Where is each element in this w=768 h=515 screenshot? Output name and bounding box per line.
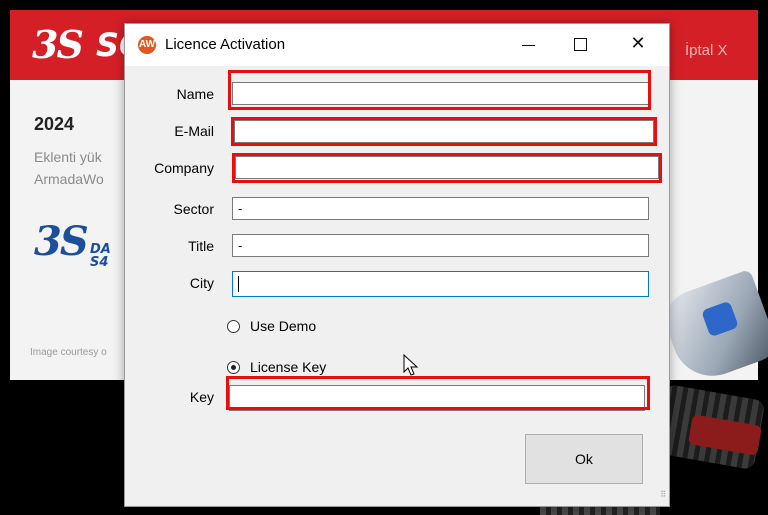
use-demo-option[interactable]: Use Demo: [227, 316, 316, 336]
email-label: E-Mail: [174, 123, 214, 139]
mouse-cursor-icon: [403, 354, 419, 376]
city-field[interactable]: [232, 271, 649, 297]
maximize-icon: [574, 38, 587, 51]
dassault-logo-icon: 3S: [34, 218, 89, 265]
minimize-button[interactable]: [505, 24, 551, 66]
title-bar[interactable]: AW Licence Activation ✕: [125, 24, 669, 66]
sector-label: Sector: [173, 201, 214, 217]
email-field[interactable]: [234, 120, 654, 143]
company-label: Company: [154, 160, 214, 176]
name-field[interactable]: [232, 82, 649, 105]
license-key-radio[interactable]: [227, 360, 240, 374]
splash-year: 2024: [34, 114, 75, 134]
close-button[interactable]: ✕: [615, 24, 661, 66]
minimize-icon: [522, 45, 535, 46]
sector-field[interactable]: -: [232, 197, 649, 220]
ok-button[interactable]: Ok: [525, 434, 643, 484]
use-demo-radio[interactable]: [227, 319, 240, 333]
company-field[interactable]: [235, 156, 659, 179]
close-icon: ✕: [630, 33, 646, 54]
text-caret: [238, 275, 239, 292]
key-label: Key: [189, 389, 214, 405]
resize-grip-icon[interactable]: ⠿: [656, 491, 666, 503]
city-label: City: [189, 275, 214, 291]
licence-activation-dialog: AW Licence Activation ✕ Name E-Mail Comp…: [124, 23, 670, 507]
image-credit: Image courtesy o: [30, 347, 107, 358]
app-icon: AW: [138, 36, 156, 54]
use-demo-label: Use Demo: [250, 318, 317, 334]
title-label: Title: [188, 238, 214, 254]
splash-product-line: ArmadaWo: [34, 171, 104, 187]
license-key-option[interactable]: License Key: [227, 357, 326, 377]
dassault-logo-text: DA S4: [90, 242, 111, 270]
title-field[interactable]: -: [232, 234, 649, 257]
name-label: Name: [176, 86, 214, 102]
license-key-label: License Key: [250, 359, 327, 375]
cancel-link[interactable]: İptal X: [685, 42, 728, 59]
ds-logo-icon: 3S: [32, 22, 84, 67]
key-field[interactable]: [229, 385, 645, 411]
dialog-title: Licence Activation: [165, 36, 286, 53]
maximize-button[interactable]: [557, 24, 603, 66]
splash-status-line: Eklenti yük: [34, 149, 102, 165]
